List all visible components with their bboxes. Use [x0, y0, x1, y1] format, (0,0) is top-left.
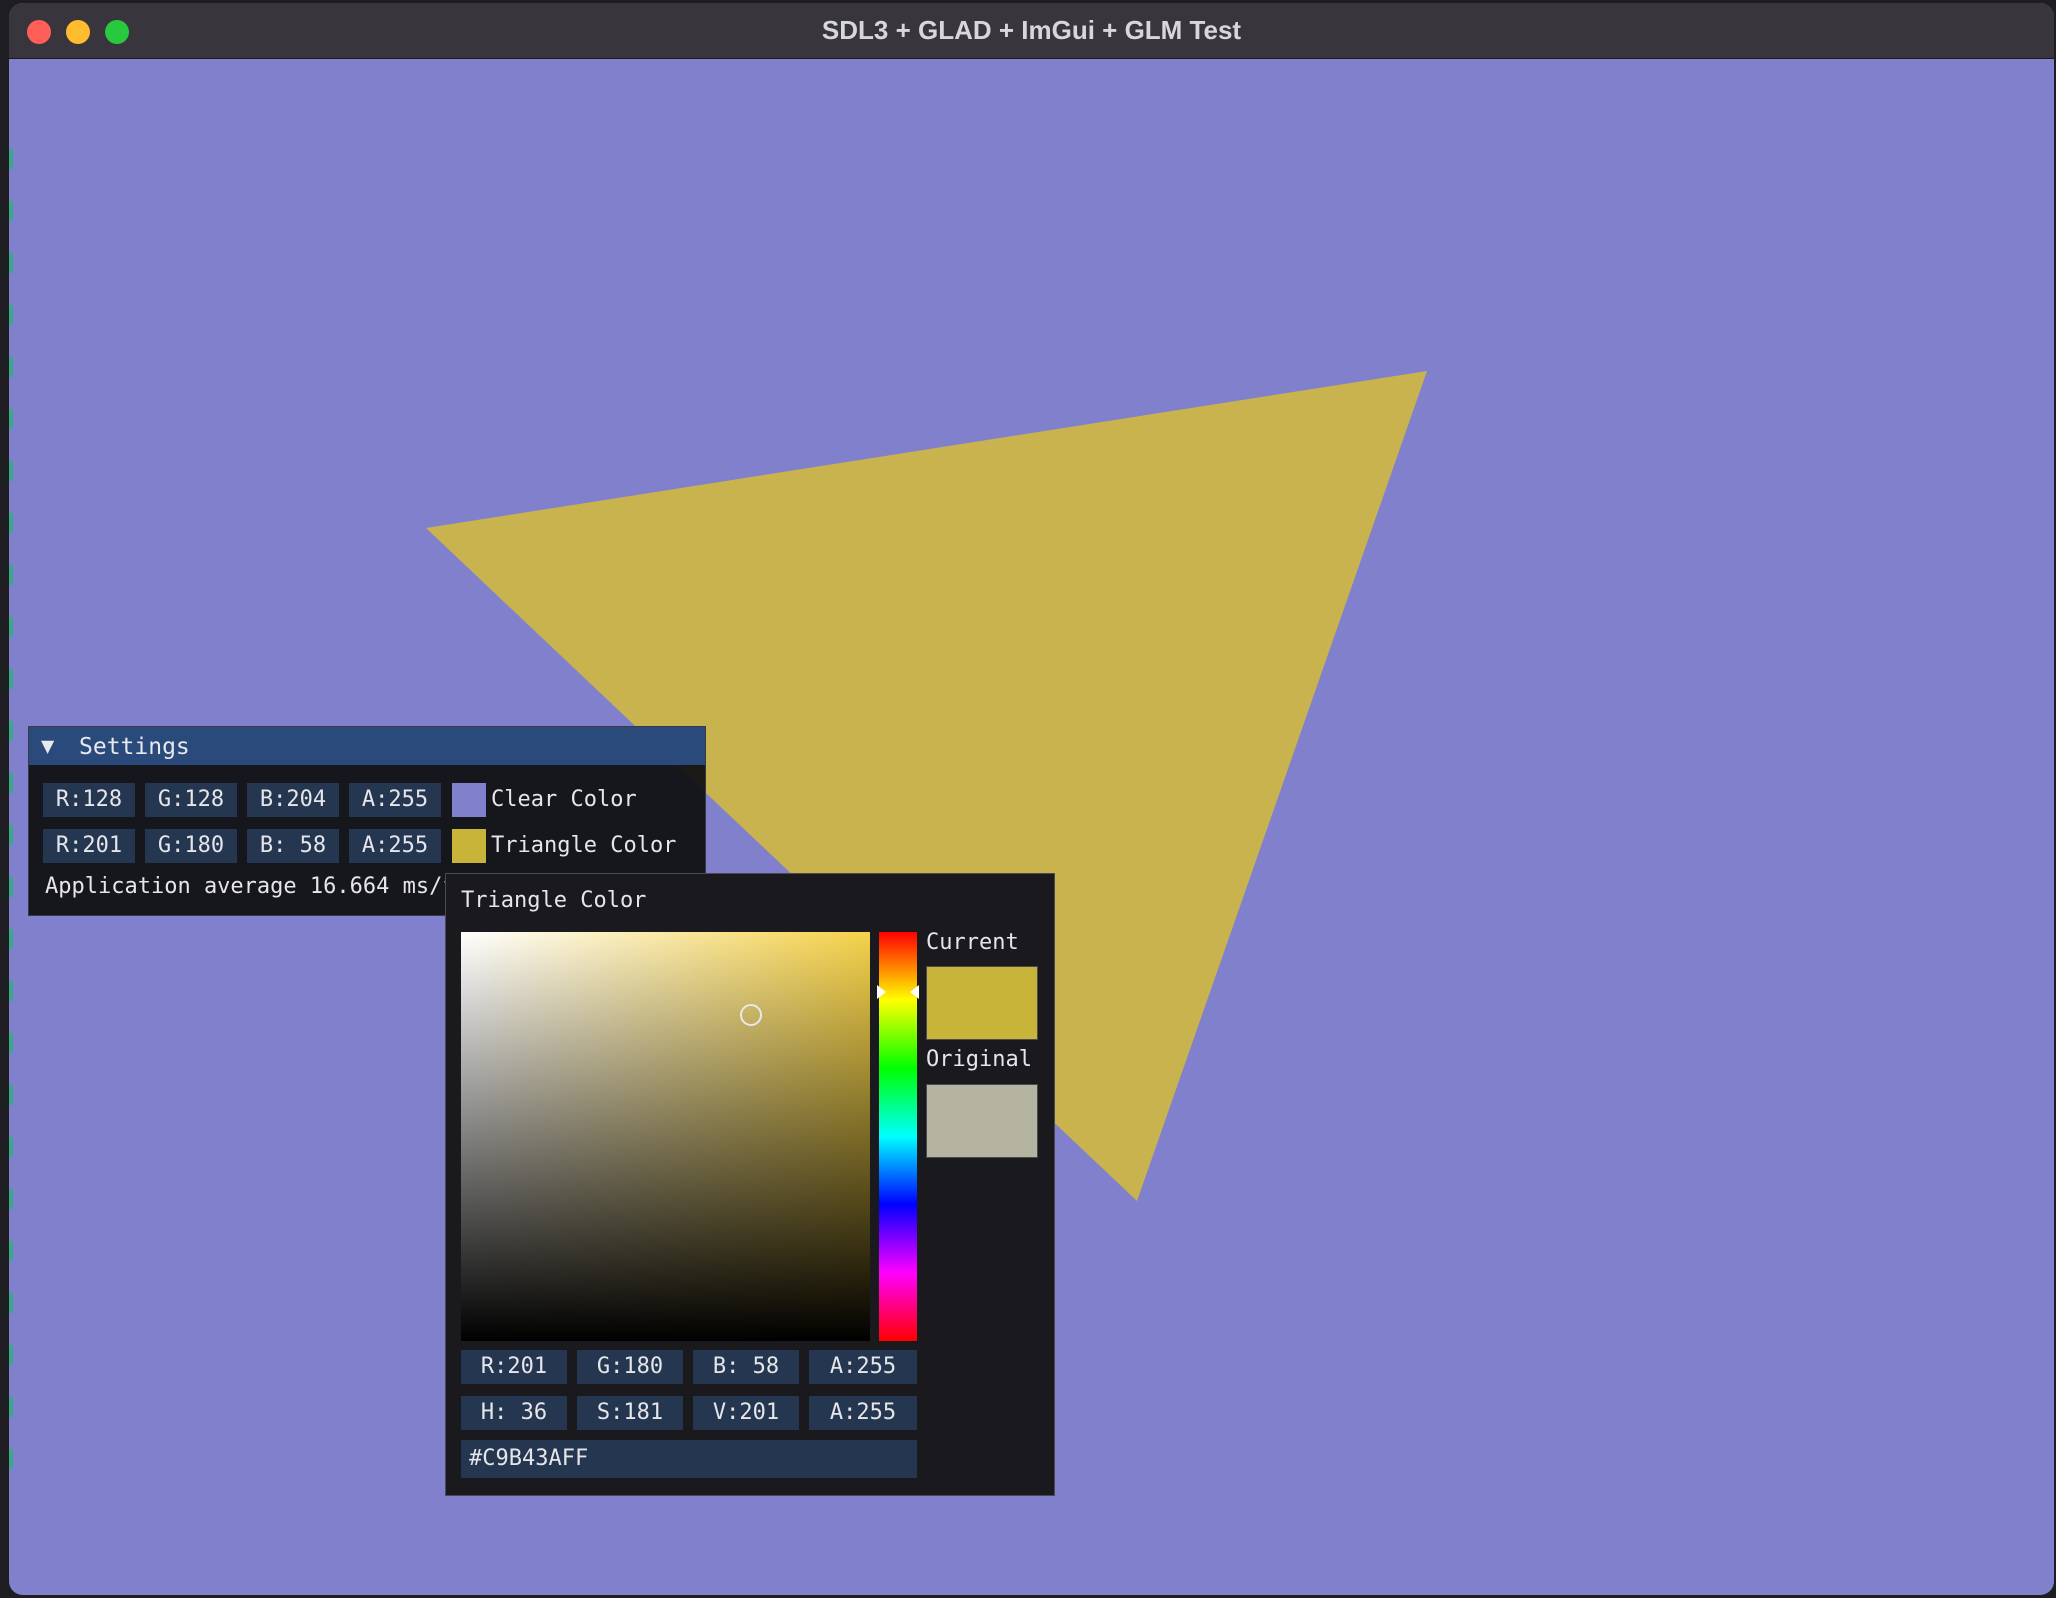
picker-s-field[interactable]: S:181 [577, 1396, 683, 1430]
triangle-color-swatch[interactable] [452, 829, 486, 863]
clear-color-g-field[interactable]: G:128 [145, 783, 237, 817]
hue-marker-right-icon[interactable] [910, 985, 919, 999]
sv-cursor-icon[interactable] [740, 1004, 762, 1026]
triangle-color-a-field[interactable]: A:255 [349, 829, 441, 863]
picker-g-field[interactable]: G:180 [577, 1350, 683, 1384]
original-label: Original [926, 1047, 1032, 1072]
render-viewport[interactable]: ▼ Settings R:128 G:128 B:204 A:255 Clear… [9, 59, 2054, 1595]
clear-color-r-field[interactable]: R:128 [43, 783, 135, 817]
picker-v-field[interactable]: V:201 [693, 1396, 799, 1430]
picker-hsv-a-field[interactable]: A:255 [809, 1396, 917, 1430]
picker-a-field[interactable]: A:255 [809, 1350, 917, 1384]
triangle-down-icon[interactable]: ▼ [41, 734, 54, 759]
triangle-color-label: Triangle Color [491, 833, 677, 858]
hex-input[interactable]: #C9B43AFF [461, 1440, 917, 1478]
current-color-swatch [926, 966, 1038, 1040]
current-label: Current [926, 930, 1019, 955]
app-window: SDL3 + GLAD + ImGui + GLM Test ▼ Setting… [9, 3, 2054, 1595]
title-bar[interactable]: SDL3 + GLAD + ImGui + GLM Test [9, 3, 2054, 59]
clear-color-label: Clear Color [491, 787, 637, 812]
clear-color-a-field[interactable]: A:255 [349, 783, 441, 817]
triangle-color-b-field[interactable]: B: 58 [247, 829, 339, 863]
clear-color-swatch[interactable] [452, 783, 486, 817]
original-color-swatch[interactable] [926, 1084, 1038, 1158]
triangle-color-picker-popup[interactable]: Triangle Color Current Original R:201 G:… [445, 873, 1055, 1496]
window-title: SDL3 + GLAD + ImGui + GLM Test [821, 15, 1242, 45]
picker-b-field[interactable]: B: 58 [693, 1350, 799, 1384]
picker-h-field[interactable]: H: 36 [461, 1396, 567, 1430]
hue-marker-left-icon[interactable] [877, 985, 886, 999]
clear-color-b-field[interactable]: B:204 [247, 783, 339, 817]
hue-slider[interactable] [877, 932, 919, 1341]
settings-title: Settings [79, 734, 190, 760]
triangle-color-g-field[interactable]: G:180 [145, 829, 237, 863]
picker-title: Triangle Color [461, 888, 647, 913]
settings-header[interactable]: ▼ Settings [29, 727, 705, 765]
triangle-color-r-field[interactable]: R:201 [43, 829, 135, 863]
picker-r-field[interactable]: R:201 [461, 1350, 567, 1384]
saturation-value-square[interactable] [461, 932, 870, 1341]
